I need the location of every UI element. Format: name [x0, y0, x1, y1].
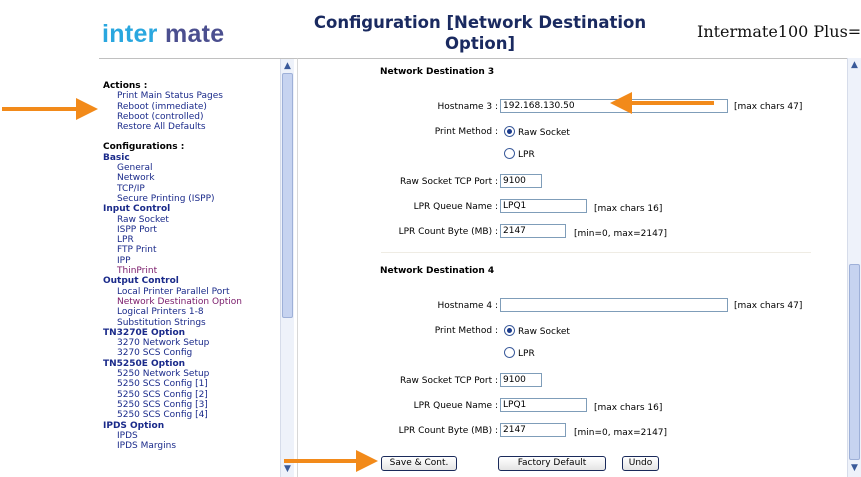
- queue3-input[interactable]: LPQ1: [500, 199, 587, 213]
- main-scroll-up-icon[interactable]: ▲: [848, 58, 861, 72]
- dest4-lpr-radio[interactable]: [504, 347, 515, 358]
- action-link-reboot-controlled[interactable]: Reboot (controlled): [103, 112, 281, 122]
- sidebar-item-5250-scs-config-3[interactable]: 5250 SCS Config [3]: [103, 400, 281, 410]
- action-link-print-main-status-pages[interactable]: Print Main Status Pages: [103, 91, 281, 101]
- section-title-dest4: Network Destination 4: [380, 266, 495, 276]
- sidebar-item-thinprint[interactable]: ThinPrint: [103, 266, 281, 276]
- sidebar-item-network-destination-option[interactable]: Network Destination Option: [103, 297, 281, 307]
- logo-part-inter: inter: [102, 20, 158, 48]
- sidebar-scrollbar[interactable]: ▲ ▼: [280, 59, 294, 477]
- queue4-input[interactable]: LPQ1: [500, 398, 587, 412]
- hostname4-input[interactable]: [500, 298, 728, 312]
- sidebar-item-local-printer-parallel-port[interactable]: Local Printer Parallel Port: [103, 287, 281, 297]
- dest3-raw-socket-label: Raw Socket: [518, 128, 570, 138]
- hostname3-label: Hostname 3 :: [437, 102, 499, 112]
- queue4-label: LPR Queue Name :: [413, 401, 498, 411]
- main-scrollbar[interactable]: ▲ ▼: [847, 58, 861, 477]
- tcp-port3-label: Raw Socket TCP Port :: [399, 177, 498, 187]
- sidebar-item-ipds[interactable]: IPDS: [103, 431, 281, 441]
- arrow-to-hostname-icon: [610, 92, 714, 114]
- sidebar-item-5250-scs-config-2[interactable]: 5250 SCS Config [2]: [103, 390, 281, 400]
- config-group-tn5250e-option: TN5250E Option: [103, 358, 186, 369]
- page-header: inter mate Configuration [Network Destin…: [0, 0, 861, 58]
- tcp-port4-input[interactable]: 9100: [500, 373, 542, 387]
- sidebar-item-ftp-print[interactable]: FTP Print: [103, 245, 281, 255]
- sidebar-item-logical-printers-1-8[interactable]: Logical Printers 1-8: [103, 307, 281, 317]
- intermate-logo: inter mate: [102, 20, 225, 49]
- sidebar-item-ispp-port[interactable]: ISPP Port: [103, 225, 281, 235]
- sidebar-item-ipds-margins[interactable]: IPDS Margins: [103, 441, 281, 451]
- model-name: Intermate100 Plus=: [697, 22, 861, 41]
- tcp-port3-input[interactable]: 9100: [500, 174, 542, 188]
- arrow-to-save-icon: [284, 450, 378, 472]
- sidebar-item-lpr[interactable]: LPR: [103, 235, 281, 245]
- queue4-hint: [max chars 16]: [594, 403, 663, 413]
- sidebar-menu: Actions : Print Main Status Pages Reboot …: [103, 81, 281, 451]
- arrow-to-reboot-icon: [2, 98, 98, 120]
- count4-hint: [min=0, max=2147]: [574, 428, 668, 438]
- action-link-reboot-immediate[interactable]: Reboot (immediate): [103, 102, 281, 112]
- dest3-raw-socket-radio[interactable]: [504, 126, 515, 137]
- factory-default-button[interactable]: Factory Default: [498, 456, 606, 471]
- save-continue-button[interactable]: Save & Cont.: [381, 456, 457, 471]
- configurations-heading: Configurations :: [103, 142, 185, 153]
- config-group-output-control: Output Control: [103, 276, 179, 287]
- sidebar-item-5250-scs-config-4[interactable]: 5250 SCS Config [4]: [103, 410, 281, 420]
- sidebar-item-substitution-strings[interactable]: Substitution Strings: [103, 318, 281, 328]
- undo-button[interactable]: Undo: [622, 456, 659, 471]
- sidebar: Actions : Print Main Status Pages Reboot …: [99, 58, 297, 477]
- dest4-lpr-label: LPR: [518, 349, 535, 359]
- section-divider: [381, 252, 811, 253]
- main-frame: Network Destination 3 Hostname 3 : 192.1…: [297, 58, 847, 477]
- hostname4-label: Hostname 4 :: [437, 301, 499, 311]
- print-method4-label: Print Method :: [434, 326, 498, 336]
- count4-label: LPR Count Byte (MB) :: [398, 426, 498, 436]
- sidebar-item-network[interactable]: Network: [103, 173, 281, 183]
- main-scroll-thumb[interactable]: [849, 264, 860, 460]
- sidebar-item-5250-network-setup[interactable]: 5250 Network Setup: [103, 369, 281, 379]
- config-group-input-control: Input Control: [103, 204, 171, 215]
- count3-hint: [min=0, max=2147]: [574, 229, 668, 239]
- sidebar-item-5250-scs-config-1[interactable]: 5250 SCS Config [1]: [103, 379, 281, 389]
- print-method3-label: Print Method :: [434, 127, 498, 137]
- hostname3-hint: [max chars 47]: [734, 102, 803, 112]
- hostname4-hint: [max chars 47]: [734, 301, 803, 311]
- main-scroll-down-icon[interactable]: ▼: [848, 461, 861, 475]
- logo-part-mate: mate: [164, 20, 225, 48]
- sidebar-item-raw-socket[interactable]: Raw Socket: [103, 215, 281, 225]
- sidebar-item-tcp-ip[interactable]: TCP/IP: [103, 184, 281, 194]
- dest3-lpr-radio[interactable]: [504, 148, 515, 159]
- sidebar-scroll-thumb[interactable]: [282, 73, 293, 318]
- dest4-raw-socket-label: Raw Socket: [518, 327, 570, 337]
- sidebar-item-secure-printing-ispp[interactable]: Secure Printing (ISPP): [103, 194, 281, 204]
- count4-input[interactable]: 2147: [500, 423, 566, 437]
- queue3-hint: [max chars 16]: [594, 204, 663, 214]
- dest3-lpr-label: LPR: [518, 150, 535, 160]
- sidebar-item-ipp[interactable]: IPP: [103, 256, 281, 266]
- count3-label: LPR Count Byte (MB) :: [398, 227, 498, 237]
- config-group-basic: Basic: [103, 152, 130, 163]
- queue3-label: LPR Queue Name :: [413, 202, 498, 212]
- section-title-dest3: Network Destination 3: [380, 67, 495, 77]
- sidebar-item-3270-scs-config[interactable]: 3270 SCS Config: [103, 348, 281, 358]
- sidebar-item-general[interactable]: General: [103, 163, 281, 173]
- tcp-port4-label: Raw Socket TCP Port :: [399, 376, 498, 386]
- count3-input[interactable]: 2147: [500, 224, 566, 238]
- action-link-restore-all-defaults[interactable]: Restore All Defaults: [103, 122, 281, 132]
- scroll-up-icon[interactable]: ▲: [281, 59, 294, 73]
- page-title: Configuration [Network Destination Optio…: [313, 13, 647, 53]
- dest4-raw-socket-radio[interactable]: [504, 325, 515, 336]
- config-group-tn3270e-option: TN3270E Option: [103, 327, 186, 338]
- sidebar-item-3270-network-setup[interactable]: 3270 Network Setup: [103, 338, 281, 348]
- config-group-ipds-option: IPDS Option: [103, 420, 165, 431]
- actions-heading: Actions :: [103, 81, 148, 91]
